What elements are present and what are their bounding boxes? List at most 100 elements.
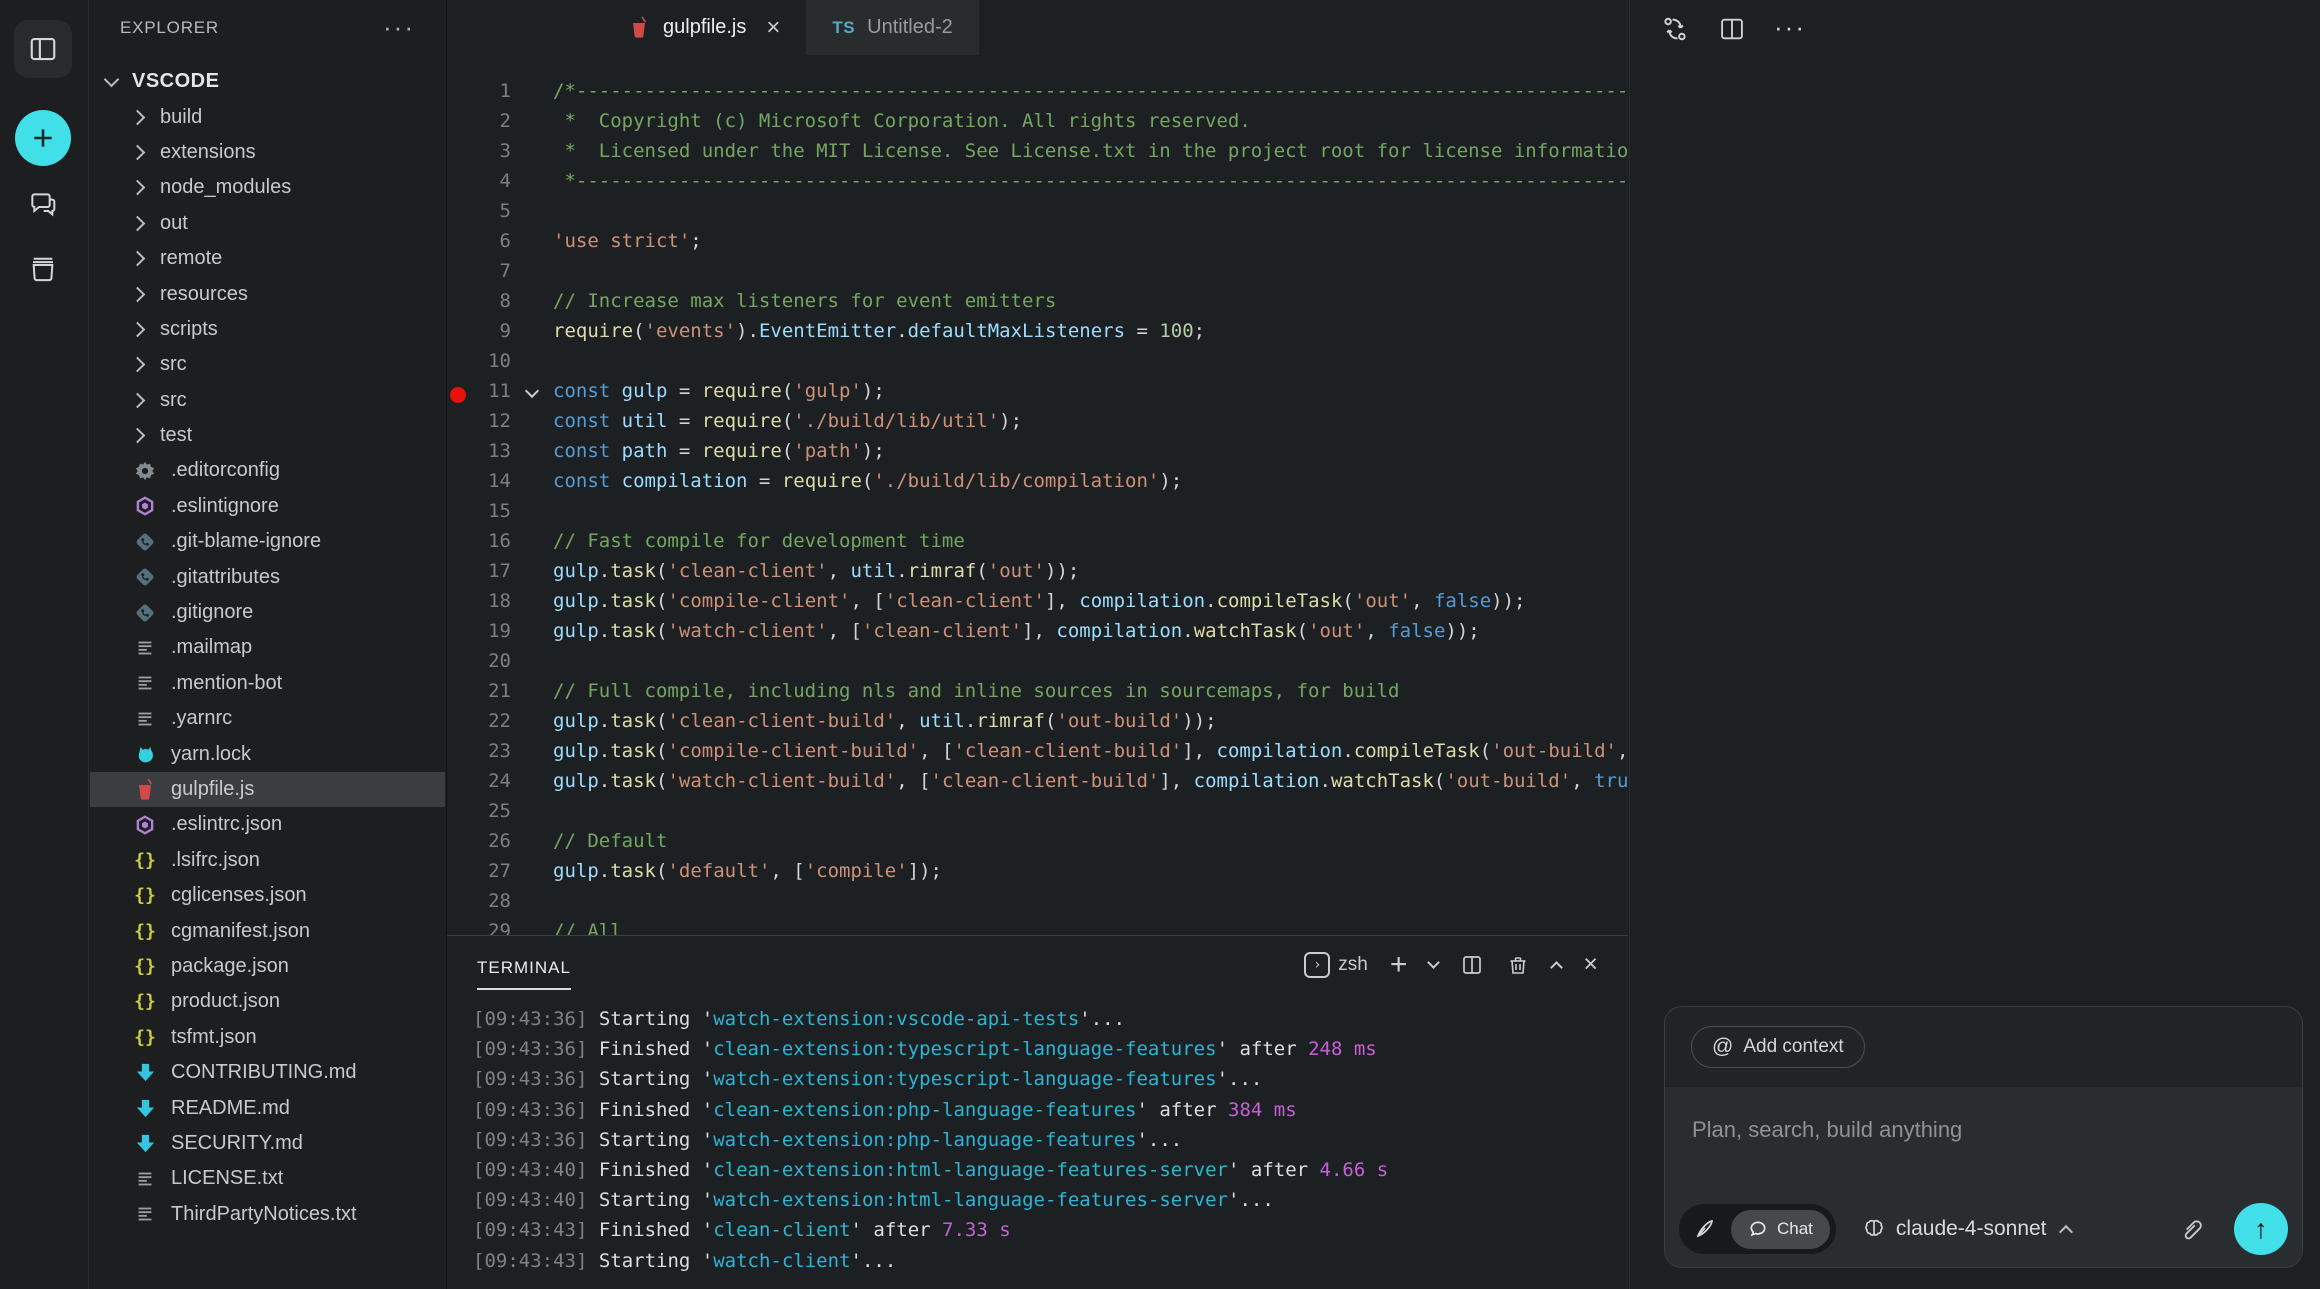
tree-item[interactable]: .gitignore xyxy=(90,595,445,630)
fold-column xyxy=(511,500,553,530)
tree-root[interactable]: VSCODE xyxy=(90,64,445,99)
tab-gulpfile.js[interactable]: gulpfile.js× xyxy=(603,0,806,55)
attach-file-icon[interactable] xyxy=(2178,1216,2204,1242)
maximize-panel-icon[interactable] xyxy=(1551,961,1564,974)
tree-item[interactable]: .eslintrc.json xyxy=(90,807,445,842)
tree-item[interactable]: .editorconfig xyxy=(90,453,445,488)
code-line[interactable]: 12const util = require('./build/lib/util… xyxy=(447,410,1628,440)
code-line[interactable]: 5 xyxy=(447,200,1628,230)
tree-item[interactable]: CONTRIBUTING.md xyxy=(90,1055,445,1090)
close-panel-icon[interactable]: × xyxy=(1583,950,1598,979)
new-chat-button[interactable] xyxy=(15,110,71,166)
chat-composer[interactable]: @ Add context Plan, search, build anythi… xyxy=(1664,1006,2303,1268)
code-line[interactable]: 3 * Licensed under the MIT License. See … xyxy=(447,140,1628,170)
tree-item[interactable]: resources xyxy=(90,276,445,311)
code-line[interactable]: 21// Full compile, including nls and inl… xyxy=(447,680,1628,710)
tree-item[interactable]: out xyxy=(90,206,445,241)
mode-toggle[interactable]: Chat xyxy=(1679,1204,1836,1254)
terminal-panel: TERMINAL › zsh + xyxy=(447,935,1628,1289)
tab-Untitled-2[interactable]: TSUntitled-2 xyxy=(806,0,978,55)
code-line[interactable]: 27gulp.task('default', ['compile']); xyxy=(447,860,1628,890)
tree-item[interactable]: test xyxy=(90,418,445,453)
tree-item[interactable]: src xyxy=(90,383,445,418)
code-line[interactable]: 16// Fast compile for development time xyxy=(447,530,1628,560)
tree-item[interactable]: node_modules xyxy=(90,170,445,205)
code-line[interactable]: 14const compilation = require('./build/l… xyxy=(447,470,1628,500)
code-line[interactable]: 6'use strict'; xyxy=(447,230,1628,260)
code-line[interactable]: 20 xyxy=(447,650,1628,680)
send-button[interactable]: ↑ xyxy=(2234,1203,2288,1255)
code-line[interactable]: 7 xyxy=(447,260,1628,290)
tree-item[interactable]: yarn.lock xyxy=(90,736,445,771)
chat-mode-chip[interactable]: Chat xyxy=(1731,1210,1830,1249)
code-line[interactable]: 11const gulp = require('gulp'); xyxy=(447,380,1628,410)
tree-item[interactable]: .eslintignore xyxy=(90,489,445,524)
tree-item[interactable]: src xyxy=(90,347,445,382)
code-line[interactable]: 17gulp.task('clean-client', util.rimraf(… xyxy=(447,560,1628,590)
tree-item[interactable]: ThirdPartyNotices.txt xyxy=(90,1197,445,1232)
tree-item-label: .eslintrc.json xyxy=(171,813,282,836)
tree-item[interactable]: .mention-bot xyxy=(90,666,445,701)
tree-item[interactable]: SECURITY.md xyxy=(90,1126,445,1161)
code-line[interactable]: 24gulp.task('watch-client-build', ['clea… xyxy=(447,770,1628,800)
tree-item[interactable]: {}package.json xyxy=(90,949,445,984)
tree-item[interactable]: .gitattributes xyxy=(90,559,445,594)
tree-item-label: .gitattributes xyxy=(171,566,280,589)
code-line[interactable]: 25 xyxy=(447,800,1628,830)
split-terminal-icon[interactable] xyxy=(1460,953,1484,977)
tree-item[interactable]: LICENSE.txt xyxy=(90,1161,445,1196)
tree-item[interactable]: {}product.json xyxy=(90,984,445,1019)
panel-toggle-icon[interactable] xyxy=(14,20,72,78)
tree-item[interactable]: extensions xyxy=(90,135,445,170)
composer-body[interactable]: Plan, search, build anything Chat xyxy=(1665,1087,2302,1267)
terminal-token: [09:43:36] xyxy=(473,1008,587,1030)
tree-item[interactable]: .git-blame-ignore xyxy=(90,524,445,559)
code-line[interactable]: 13const path = require('path'); xyxy=(447,440,1628,470)
code-line[interactable]: 9require('events').EventEmitter.defaultM… xyxy=(447,320,1628,350)
breakpoint-icon[interactable] xyxy=(450,387,466,403)
code-line[interactable]: 26// Default xyxy=(447,830,1628,860)
code-line[interactable]: 18gulp.task('compile-client', ['clean-cl… xyxy=(447,590,1628,620)
tree-item[interactable]: {}.lsifrc.json xyxy=(90,843,445,878)
editor-more-actions-icon[interactable]: ··· xyxy=(1774,12,1806,43)
kill-terminal-icon[interactable] xyxy=(1506,953,1530,977)
terminal-dropdown-icon[interactable] xyxy=(1428,956,1441,969)
code-line[interactable]: 1/*-------------------------------------… xyxy=(447,80,1628,110)
tree-item[interactable]: build xyxy=(90,99,445,134)
split-editor-icon[interactable] xyxy=(1718,15,1746,48)
tree-item[interactable]: .yarnrc xyxy=(90,701,445,736)
swap-editors-icon[interactable] xyxy=(1660,14,1690,49)
shell-chip[interactable]: › zsh xyxy=(1304,952,1368,978)
tree-item[interactable]: {}tsfmt.json xyxy=(90,1020,445,1055)
tree-item[interactable]: {}cglicenses.json xyxy=(90,878,445,913)
code-line[interactable]: 4 *-------------------------------------… xyxy=(447,170,1628,200)
edit-mode-icon[interactable] xyxy=(1679,1217,1731,1241)
add-context-button[interactable]: @ Add context xyxy=(1691,1026,1865,1068)
tree-item[interactable]: README.md xyxy=(90,1090,445,1125)
tree-item[interactable]: .mailmap xyxy=(90,630,445,665)
code-line[interactable]: 2 * Copyright (c) Microsoft Corporation.… xyxy=(447,110,1628,140)
code-line[interactable]: 10 xyxy=(447,350,1628,380)
code-line[interactable]: 29// All xyxy=(447,920,1628,935)
model-selector[interactable]: claude-4-sonnet xyxy=(1862,1217,2071,1241)
terminal-tab[interactable]: TERMINAL xyxy=(477,958,571,990)
chat-bubbles-icon[interactable] xyxy=(14,176,72,234)
explorer-more-actions-icon[interactable]: ··· xyxy=(383,12,415,43)
code-line[interactable]: 28 xyxy=(447,890,1628,920)
fold-chevron-icon[interactable] xyxy=(525,384,539,398)
code-line[interactable]: 22gulp.task('clean-client-build', util.r… xyxy=(447,710,1628,740)
fold-column xyxy=(511,200,553,230)
terminal-output[interactable]: [09:43:36] Starting 'watch-extension:vsc… xyxy=(473,1008,1618,1289)
code-line[interactable]: 19gulp.task('watch-client', ['clean-clie… xyxy=(447,620,1628,650)
close-icon[interactable]: × xyxy=(766,14,780,42)
code-line[interactable]: 15 xyxy=(447,500,1628,530)
tree-item[interactable]: scripts xyxy=(90,312,445,347)
tree-item[interactable]: {}cgmanifest.json xyxy=(90,913,445,948)
code-editor[interactable]: 1/*-------------------------------------… xyxy=(447,55,1628,935)
archive-box-icon[interactable] xyxy=(14,240,72,298)
tree-item[interactable]: remote xyxy=(90,241,445,276)
token: gulp xyxy=(553,860,599,882)
tree-item[interactable]: gulpfile.js xyxy=(90,772,445,807)
code-line[interactable]: 8// Increase max listeners for event emi… xyxy=(447,290,1628,320)
code-line[interactable]: 23gulp.task('compile-client-build', ['cl… xyxy=(447,740,1628,770)
